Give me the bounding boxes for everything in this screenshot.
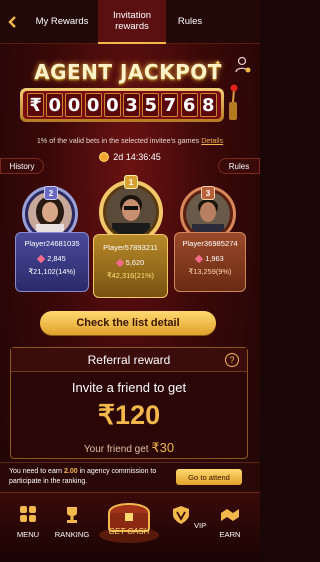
nav-vip-label: VIP [193, 521, 207, 530]
referral-amount: ₹120 [97, 400, 161, 430]
nav-ranking-label: RANKING [54, 530, 90, 539]
requirement-value: 2.00 [64, 468, 78, 475]
rank-badge-2: 2 [44, 186, 58, 200]
nav-ranking[interactable]: RANKING [50, 505, 94, 539]
jackpot-digit: 8 [199, 93, 217, 117]
treasure-chest-icon[interactable] [97, 497, 161, 543]
rank-badge-3: 3 [201, 186, 215, 200]
player-name: Player57893211 [103, 243, 158, 252]
podium-card-rank-2[interactable]: Player24681035 2,845 ₹21,102(14%) [15, 232, 89, 292]
commission-requirement-bar: You need to earn 2.00 in agency commissi… [0, 462, 260, 492]
referral-reward-panel: Referral reward ? Invite a friend to get… [10, 347, 248, 459]
jackpot-rule-note: 1% of the valid bets in the selected inv… [0, 136, 260, 145]
tab-rules[interactable]: Rules [166, 0, 214, 44]
invite-text: Invite a friend to get [71, 380, 187, 395]
gem-icon [115, 258, 124, 267]
timer-text: 2d 14:36:45 [113, 152, 161, 162]
back-button[interactable] [0, 0, 26, 44]
nav-earn-label: EARN [219, 530, 241, 539]
slot-lever-icon [229, 84, 238, 120]
nav-earn[interactable]: EARN [208, 505, 252, 539]
rules-button[interactable]: Rules [218, 158, 260, 174]
gem-icon [195, 254, 204, 263]
referral-header: Referral reward ? [11, 348, 247, 372]
player-reward: ₹21,102(14%) [28, 267, 76, 276]
jackpot-digit: 6 [180, 93, 198, 117]
jackpot-digit: 0 [65, 93, 83, 117]
player-points: 1,963 [175, 254, 245, 263]
rank-badge-1: 1 [124, 175, 138, 189]
clock-icon [99, 152, 110, 162]
help-icon[interactable]: ? [225, 353, 239, 367]
check-list-detail-button[interactable]: Check the list detail [40, 311, 216, 335]
player-reward: ₹13,259(9%) [188, 267, 232, 276]
go-to-attend-button[interactable]: Go to attend [176, 469, 242, 485]
app-screen: My Rewards Invitation rewards Rules ✦ ✦ … [0, 0, 260, 562]
jackpot-digit: 0 [46, 93, 64, 117]
jackpot-digit: 3 [123, 93, 141, 117]
player-points: 5,620 [94, 258, 167, 267]
user-settings-icon[interactable] [235, 56, 251, 74]
friend-reward-amount: ₹30 [151, 440, 175, 455]
chevron-left-icon [8, 15, 16, 28]
nav-menu[interactable]: MENU [6, 505, 50, 539]
countdown-timer: 2d 14:36:45 [82, 150, 178, 164]
handshake-icon [221, 509, 239, 521]
player-name: Player24681035 [24, 239, 80, 248]
points-value: 5,620 [125, 258, 145, 267]
trophy-icon [67, 507, 77, 523]
jackpot-digit: 7 [161, 93, 179, 117]
rule-note-text: 1% of the valid bets in the selected inv… [36, 136, 200, 145]
history-button[interactable]: History [0, 158, 44, 174]
gem-icon [37, 254, 46, 263]
avatar[interactable] [106, 187, 156, 237]
nav-get-cash-label[interactable]: GET CASH [97, 527, 161, 536]
player-points: 2,845 [16, 254, 88, 263]
jackpot-title: AGENT JACKPOT [34, 60, 222, 84]
friend-reward-label: Your friend get [83, 444, 149, 455]
jackpot-digit: ₹ [27, 93, 45, 117]
jackpot-digit: 5 [142, 93, 160, 117]
referral-title: Referral reward [87, 352, 171, 367]
menu-grid-icon [20, 506, 36, 522]
jackpot-digit: 0 [103, 93, 121, 117]
bottom-navigation: MENU RANKING GET CASH VIP EARN [0, 492, 260, 562]
avatar-portrait-icon [106, 187, 156, 237]
podium-card-rank-3[interactable]: Player36985274 1,963 ₹13,259(9%) [174, 232, 246, 292]
jackpot-digit: 0 [84, 93, 102, 117]
tab-invitation-rewards[interactable]: Invitation rewards [98, 0, 166, 44]
jackpot-counter: ₹0 0 0 0 3 5 7 6 8 [20, 88, 224, 122]
nav-menu-label: MENU [16, 530, 40, 539]
tab-my-rewards[interactable]: My Rewards [26, 0, 98, 44]
top-tab-bar: My Rewards Invitation rewards Rules [0, 0, 260, 44]
points-value: 2,845 [47, 254, 66, 263]
player-name: Player36985274 [182, 239, 238, 248]
details-link[interactable]: Details [201, 136, 223, 145]
jackpot-digits: ₹0 0 0 0 3 5 7 6 8 [23, 91, 221, 119]
requirement-prefix: You need to earn [9, 468, 63, 475]
podium-card-rank-1[interactable]: Player57893211 5,620 ₹42,316(21%) [93, 234, 168, 298]
points-value: 1,963 [205, 254, 224, 263]
nav-vip[interactable]: VIP [166, 505, 210, 530]
player-reward: ₹42,316(21%) [106, 271, 155, 280]
commission-requirement-text: You need to earn 2.00 in agency commissi… [9, 467, 169, 487]
friend-reward: Your friend get ₹30 [11, 440, 247, 456]
vip-shield-icon [172, 506, 189, 524]
